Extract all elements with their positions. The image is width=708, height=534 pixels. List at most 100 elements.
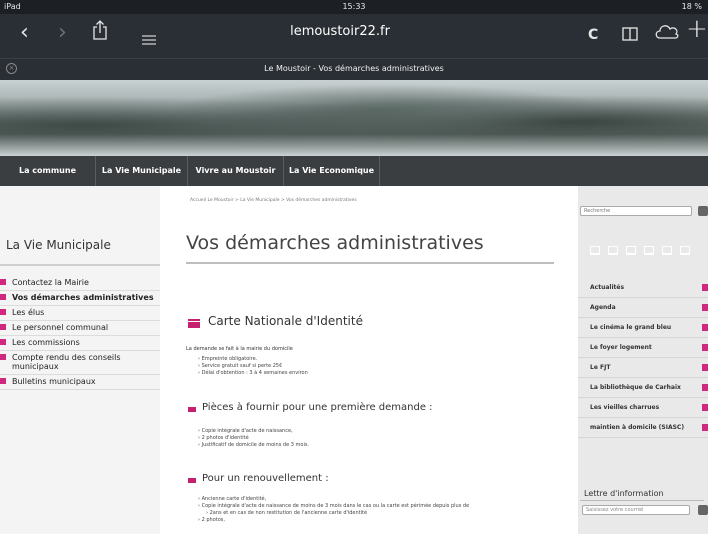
sidebar-item-label: Contactez la Mairie: [12, 278, 89, 287]
right-item-label: Actualités: [590, 284, 625, 291]
newsletter-email-input[interactable]: Saisissez votre courriel: [582, 505, 690, 515]
bookmarks-icon[interactable]: [622, 24, 638, 41]
right-item-label: maintien à domicile (SIASC): [590, 424, 685, 431]
nav-la-vie-municipale[interactable]: La Vie Municipale: [96, 156, 188, 186]
bullet-icon: [0, 294, 6, 300]
right-item-foyer[interactable]: Le foyer logement: [578, 338, 708, 358]
right-menu: Actualités Agenda Le cinéma le grand ble…: [578, 278, 708, 438]
sidebar-item-commissions[interactable]: Les commissions: [0, 336, 160, 351]
bullet-icon: [0, 324, 6, 330]
arrow-tag-icon: [702, 364, 708, 371]
right-item-label: Agenda: [590, 304, 616, 311]
list-item: 2 photos,: [198, 517, 469, 524]
search-input[interactable]: Recherche: [580, 206, 692, 216]
sidebar-item-comptes-rendus[interactable]: Compte rendu des conseils municipaux: [0, 351, 160, 375]
list-item: Justificatif de domicile de moins de 3 m…: [198, 442, 309, 449]
url-bar[interactable]: lemoustoir22.fr: [230, 22, 450, 42]
sidebar-menu: Contactez la Mairie Vos démarches admini…: [0, 276, 160, 390]
newsletter-title: Lettre d'information: [584, 489, 664, 498]
right-item-label: La bibliothèque de Carhaix: [590, 384, 681, 391]
sidebar-item-contact[interactable]: Contactez la Mairie: [0, 276, 160, 291]
sidebar-item-bulletins[interactable]: Bulletins municipaux: [0, 375, 160, 390]
bullet-icon: [0, 339, 6, 345]
bullet-icon: [0, 279, 6, 285]
nav-la-vie-economique[interactable]: La Vie Economique: [284, 156, 380, 186]
battery-level: 18 %: [681, 2, 702, 11]
section2-list: Copie intégrale d'acte de naissance, 2 p…: [198, 428, 309, 449]
arrow-tag-icon: [702, 304, 708, 311]
bullet-icon: [0, 354, 6, 360]
sidebar-item-label: Le personnel communal: [12, 323, 109, 332]
tab-bar: × Le Moustoir - Vos démarches administra…: [0, 58, 708, 80]
right-item-label: Le FJT: [590, 364, 611, 371]
newsletter-divider: [580, 500, 704, 501]
right-item-label: Les vieilles charrues: [590, 404, 660, 411]
quick-link-icon[interactable]: [680, 246, 690, 255]
nav-vivre-au-moustoir[interactable]: Vivre au Moustoir: [188, 156, 284, 186]
quick-link-icon[interactable]: [626, 246, 636, 255]
banner-sea: [0, 134, 708, 156]
arrow-tag-icon: [702, 344, 708, 351]
list-item: Copie intégrale d'acte de naissance de m…: [198, 503, 470, 510]
section-title-renouvellement: Pour un renouvellement :: [202, 473, 329, 484]
section-bullet-icon: [188, 319, 200, 328]
list-item: Délai d'obtention : 3 à 4 semaines envir…: [198, 370, 308, 377]
sidebar-item-label: Compte rendu des conseils municipaux: [12, 353, 121, 371]
right-item-fjt[interactable]: Le FJT: [578, 358, 708, 378]
sidebar-item-label: Les élus: [12, 308, 45, 317]
newsletter-submit-button[interactable]: [698, 505, 708, 515]
reader-icon[interactable]: [142, 28, 156, 45]
quick-links-icons: [590, 246, 700, 256]
section-title-premiere-demande: Pièces à fournir pour une première deman…: [202, 402, 433, 413]
sidebar-item-personnel[interactable]: Le personnel communal: [0, 321, 160, 336]
section1-list: Empreinte obligatoire. Service gratuit s…: [198, 356, 308, 377]
list-item: 2ans et en cas de non restitution de l'a…: [198, 510, 469, 517]
section-title-cni: Carte Nationale d'Identité: [208, 314, 363, 328]
share-icon[interactable]: [92, 20, 108, 40]
bullet-icon: [0, 309, 6, 315]
icloud-tabs-icon[interactable]: [654, 22, 680, 40]
page-body: La Vie Municipale Contactez la Mairie Vo…: [0, 186, 708, 534]
arrow-tag-icon: [702, 284, 708, 291]
right-item-maintien-domicile[interactable]: maintien à domicile (SIASC): [578, 418, 708, 438]
forward-icon[interactable]: ›: [58, 22, 67, 44]
right-item-agenda[interactable]: Agenda: [578, 298, 708, 318]
right-item-cinema[interactable]: Le cinéma le grand bleu: [578, 318, 708, 338]
new-tab-icon[interactable]: +: [686, 16, 708, 42]
section-bullet-icon: [188, 407, 196, 412]
right-item-actualites[interactable]: Actualités: [578, 278, 708, 298]
right-item-bibliotheque[interactable]: La bibliothèque de Carhaix: [578, 378, 708, 398]
sidebar-item-label: Les commissions: [12, 338, 80, 347]
status-bar: iPad 15:33 18 %: [0, 0, 708, 14]
arrow-tag-icon: [702, 324, 708, 331]
sidebar-divider: [0, 264, 160, 266]
tab-title[interactable]: Le Moustoir - Vos démarches administrati…: [0, 64, 708, 73]
search-button[interactable]: [698, 206, 708, 216]
main-nav: La commune La Vie Municipale Vivre au Mo…: [0, 156, 708, 186]
sidebar-title: La Vie Municipale: [6, 238, 111, 252]
quick-link-icon[interactable]: [608, 246, 618, 255]
quick-link-icon[interactable]: [590, 246, 600, 255]
nav-la-commune[interactable]: La commune: [0, 156, 96, 186]
back-icon[interactable]: ‹: [20, 22, 29, 44]
sidebar-item-label: Vos démarches administratives: [12, 293, 154, 302]
right-item-label: Le foyer logement: [590, 344, 652, 351]
sidebar-item-elus[interactable]: Les élus: [0, 306, 160, 321]
quick-link-icon[interactable]: [644, 246, 654, 255]
quick-link-icon[interactable]: [662, 246, 672, 255]
list-item: Copie intégrale d'acte de naissance,: [198, 428, 309, 435]
reload-icon[interactable]: C: [588, 24, 598, 46]
right-item-vieilles-charrues[interactable]: Les vieilles charrues: [578, 398, 708, 418]
list-item: Ancienne carte d'identité,: [198, 496, 469, 503]
section-bullet-icon: [188, 478, 196, 483]
arrow-tag-icon: [702, 404, 708, 411]
bullet-icon: [0, 378, 6, 384]
sidebar-item-demarches[interactable]: Vos démarches administratives: [0, 291, 160, 306]
list-item: Empreinte obligatoire.: [198, 356, 308, 363]
right-item-label: Le cinéma le grand bleu: [590, 324, 672, 331]
list-item: 2 photos d'identité: [198, 435, 309, 442]
section-intro: La demande se fait à la mairie du domici…: [186, 346, 293, 352]
left-sidebar: La Vie Municipale Contactez la Mairie Vo…: [0, 186, 160, 534]
breadcrumb[interactable]: Accueil Le Moustoir > La Vie Municipale …: [190, 198, 357, 203]
header-banner-image: [0, 80, 708, 156]
